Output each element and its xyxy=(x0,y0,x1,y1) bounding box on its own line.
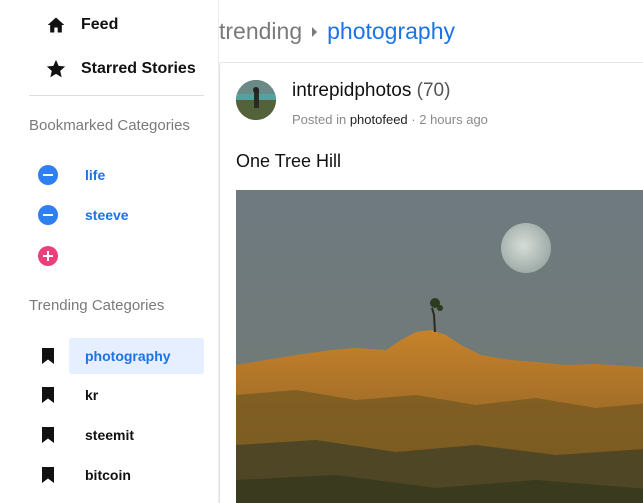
post-image[interactable] xyxy=(236,190,643,503)
post-category-link[interactable]: photofeed xyxy=(350,112,408,127)
chevron-right-icon xyxy=(312,26,318,37)
author-name[interactable]: intrepidphotos xyxy=(292,80,411,101)
bookmark-icon[interactable] xyxy=(38,385,58,405)
bookmarked-item-life[interactable]: life xyxy=(29,157,204,193)
home-icon xyxy=(44,13,68,37)
bookmarked-item-label: steeve xyxy=(85,207,129,223)
trending-item-kr[interactable]: kr xyxy=(29,377,204,413)
breadcrumb-current[interactable]: photography xyxy=(327,18,455,45)
bookmarked-item-label: life xyxy=(85,167,106,183)
nav-starred-label: Starred Stories xyxy=(81,60,196,77)
bookmark-icon[interactable] xyxy=(38,425,58,445)
sidebar: Feed Starred Stories Bookmarked Categori… xyxy=(0,0,218,503)
breadcrumb: trending photography xyxy=(219,18,455,45)
trending-item-label: kr xyxy=(85,387,99,403)
add-bookmark-button[interactable] xyxy=(29,238,204,274)
trending-item-label: bitcoin xyxy=(85,467,131,483)
trending-item-label: steemit xyxy=(85,427,135,443)
breadcrumb-root[interactable]: trending xyxy=(219,18,302,45)
post-time: · 2 hours ago xyxy=(411,112,488,127)
add-circle-icon xyxy=(38,246,58,266)
bookmark-icon[interactable] xyxy=(38,465,58,485)
trending-item-photography[interactable]: photography xyxy=(42,338,204,374)
remove-circle-icon[interactable] xyxy=(38,165,58,185)
nav-feed-label: Feed xyxy=(81,16,119,33)
star-icon xyxy=(44,57,68,81)
author-reputation: (70) xyxy=(416,80,451,101)
trending-item-steemit[interactable]: steemit xyxy=(29,417,204,453)
post-card: intrepidphotos (70) Posted in photofeed … xyxy=(219,62,643,503)
trending-categories-title: Trending Categories xyxy=(29,297,165,314)
sidebar-divider xyxy=(29,95,204,96)
post-title[interactable]: One Tree Hill xyxy=(236,151,341,172)
avatar[interactable] xyxy=(236,80,276,120)
remove-circle-icon[interactable] xyxy=(38,205,58,225)
bookmarked-categories-title: Bookmarked Categories xyxy=(29,117,190,134)
post-meta: Posted in photofeed · 2 hours ago xyxy=(292,112,488,127)
trending-item-bitcoin[interactable]: bitcoin xyxy=(29,457,204,493)
main-content: trending photography intrepidphotos (70)… xyxy=(218,0,643,503)
post-author: intrepidphotos (70) xyxy=(292,80,450,102)
bookmarked-item-steeve[interactable]: steeve xyxy=(29,197,204,233)
nav-starred-stories[interactable]: Starred Stories xyxy=(44,57,196,81)
trending-item-label: photography xyxy=(85,348,171,364)
bookmark-icon[interactable] xyxy=(38,346,58,366)
nav-feed[interactable]: Feed xyxy=(44,13,118,37)
posted-in-prefix: Posted in xyxy=(292,112,347,127)
